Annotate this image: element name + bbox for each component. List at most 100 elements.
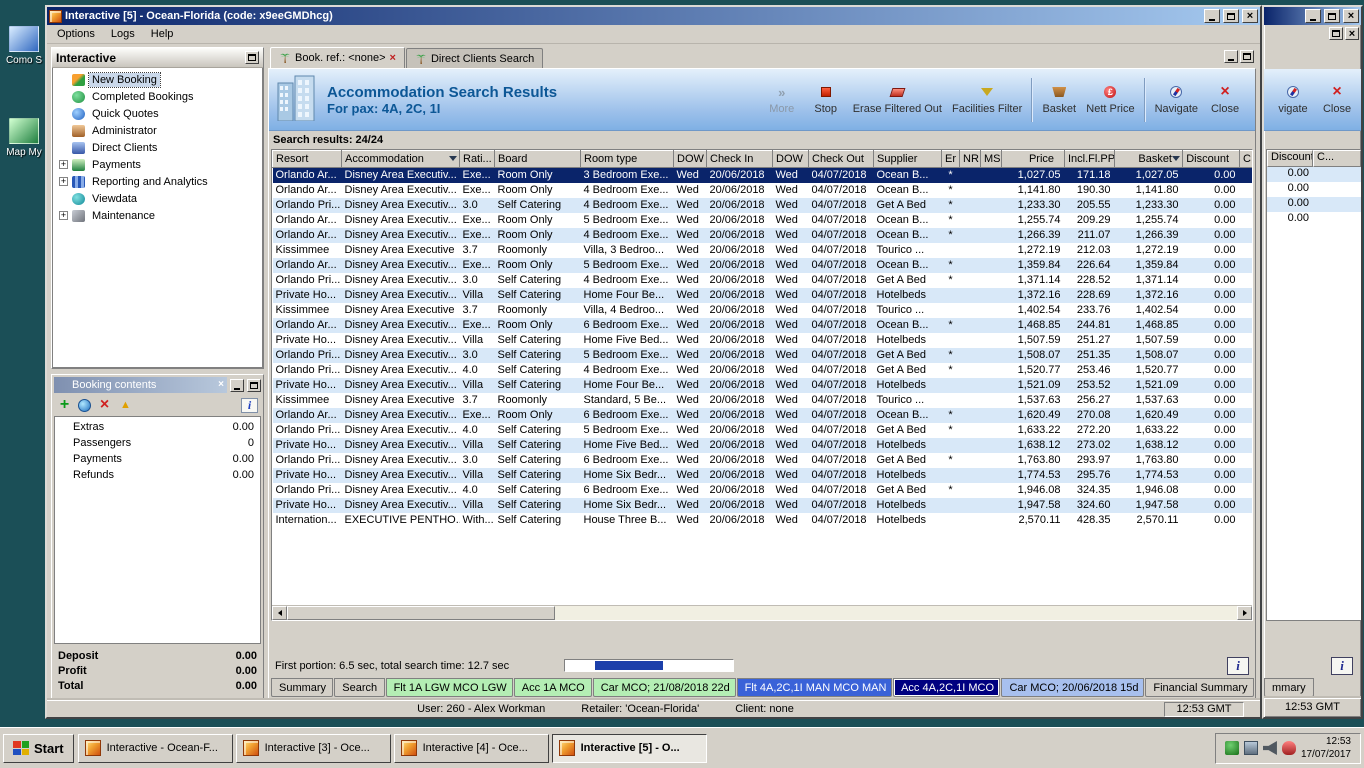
delete-icon[interactable] (97, 398, 112, 413)
booking-titlebar[interactable]: Booking contents × (54, 377, 227, 393)
basket-button[interactable]: Basket (1037, 72, 1081, 128)
close-tab-icon[interactable]: × (390, 53, 396, 64)
main-window[interactable]: Interactive [5] - Ocean-Florida (code: x… (45, 5, 1262, 719)
close-button[interactable]: Close (1203, 72, 1247, 128)
sidebar-item-payments[interactable]: + Payments (53, 156, 262, 173)
restore-child-button[interactable] (1329, 27, 1343, 40)
info-button[interactable]: i (1331, 656, 1353, 675)
window-titlebar[interactable]: Interactive [5] - Ocean-Florida (code: x… (47, 7, 1260, 25)
display-icon[interactable] (1243, 741, 1258, 755)
taskbar-item-interactive-3-oce[interactable]: Interactive [3] - Oce... (235, 733, 391, 763)
table-row[interactable]: Orlando Pri... Disney Area Executiv... 3.0… (273, 453, 1253, 468)
column-header-basket[interactable]: Basket (1114, 150, 1183, 168)
vigate-button[interactable]: vigate (1271, 85, 1315, 115)
tab-direct-clients-search[interactable]: Direct Clients Search (405, 48, 544, 68)
restore-button[interactable] (1324, 9, 1340, 23)
table-row[interactable]: Orlando Ar... Disney Area Executiv... Exe.… (272, 407, 1252, 423)
restore-panel-button[interactable] (247, 378, 261, 392)
table-row[interactable]: Private Ho... Disney Area Executiv... Vill… (272, 467, 1252, 483)
up-icon[interactable] (118, 398, 133, 413)
sidebar-item-quick-quotes[interactable]: Quick Quotes (53, 105, 262, 122)
tree-icon[interactable] (1224, 741, 1239, 755)
bottom-tab-flt-1a-lgw-mco-lgw[interactable]: Flt 1A LGW MCO LGW (385, 678, 513, 697)
bottom-tab-acc-1a-mco[interactable]: Acc 1A MCO (513, 678, 592, 697)
table-row[interactable]: Internation... EXECUTIVE PENTHO... With...… (273, 513, 1253, 528)
column-header-nr[interactable]: NR (959, 150, 981, 168)
column-header-er[interactable]: Er (941, 150, 960, 168)
table-row[interactable]: Private Ho... Disney Area Executiv... Vill… (272, 437, 1252, 453)
scroll-right-button[interactable] (1237, 606, 1252, 620)
minimize-child-button[interactable] (1224, 50, 1238, 63)
table-row[interactable]: Kissimmee Disney Area Executive 3.7 Roomonl… (273, 303, 1253, 318)
minimize-panel-button[interactable] (230, 378, 244, 392)
shield-icon[interactable] (1281, 741, 1296, 755)
table-row[interactable]: Orlando Pri... Disney Area Executiv... 3.0… (272, 197, 1252, 213)
column-header-check-out[interactable]: Check Out (808, 150, 874, 168)
bottom-tab-car-mco-21-08-2018-22d[interactable]: Car MCO; 21/08/2018 22d (592, 678, 736, 697)
taskbar-item-interactive-ocean-f[interactable]: Interactive - Ocean-F... (77, 733, 233, 763)
add-icon[interactable] (57, 398, 72, 413)
column-header-incl-fl-pp[interactable]: Incl.Fl.PP (1064, 150, 1115, 168)
table-row[interactable]: Orlando Pri... Disney Area Executiv... 3.0… (272, 347, 1252, 363)
table-row[interactable]: Orlando Pri... Disney Area Executiv... 4.0… (273, 423, 1253, 438)
horizontal-scrollbar[interactable] (272, 605, 1252, 620)
minimize-button[interactable] (1305, 9, 1321, 23)
bottom-tab-flt-4a-2c-1i-man-mco-man[interactable]: Flt 4A,2C,1I MAN MCO MAN (736, 678, 893, 697)
column-header-ms[interactable]: MS (980, 150, 1002, 168)
column-header-c[interactable]: C... (1313, 150, 1361, 167)
tab-book-ref-none[interactable]: Book. ref.: <none> × (270, 47, 405, 68)
bottom-tab-summary[interactable]: Summary (271, 678, 334, 697)
sidebar-item-reporting-and-analytics[interactable]: + Reporting and Analytics (53, 173, 262, 190)
taskbar-item-interactive-4-oce[interactable]: Interactive [4] - Oce... (393, 733, 549, 763)
navigate-button[interactable]: Navigate (1150, 72, 1203, 128)
expander-icon[interactable]: + (59, 160, 68, 169)
close-child-button[interactable]: × (1345, 27, 1359, 40)
close-button[interactable]: × (1343, 9, 1359, 23)
desktop-icon-como-s[interactable]: Como S (1, 26, 47, 66)
minimize-button[interactable] (1204, 9, 1220, 23)
scroll-left-button[interactable] (272, 606, 287, 620)
restore-child-button[interactable] (1240, 50, 1254, 63)
bottom-tab-acc-4a-2c-1i-mco[interactable]: Acc 4A,2C,1I MCO (893, 678, 1001, 697)
table-row[interactable]: Orlando Pri... Disney Area Executiv... 3.0… (273, 273, 1253, 288)
globe2-icon[interactable] (78, 398, 91, 412)
table-row[interactable]: Kissimmee Disney Area Executive 3.7 Roomonl… (273, 393, 1253, 408)
column-header-c[interactable]: C (1239, 150, 1252, 168)
bottom-tab-search[interactable]: Search (334, 678, 385, 697)
table-row[interactable]: Orlando Pri... Disney Area Executiv... 4.0… (273, 363, 1253, 378)
column-header-discount[interactable]: Discount (1267, 150, 1313, 167)
expander-icon[interactable]: + (59, 177, 68, 186)
sidebar-item-completed-bookings[interactable]: Completed Bookings (53, 88, 262, 105)
close-panel-icon[interactable]: × (218, 380, 224, 390)
close-button[interactable]: Close (1315, 85, 1359, 115)
nett-price-button[interactable]: Nett Price (1081, 72, 1139, 128)
stop-button[interactable]: Stop (804, 72, 848, 128)
info-button[interactable]: i (1227, 656, 1249, 675)
erase-filtered-out-button[interactable]: Erase Filtered Out (848, 72, 947, 128)
column-header-supplier[interactable]: Supplier (873, 150, 942, 168)
column-header-rati[interactable]: Rati... (459, 150, 495, 168)
column-header-dow[interactable]: DOW (673, 150, 707, 168)
menu-logs[interactable]: Logs (103, 26, 143, 42)
desktop-icon-map-my[interactable]: Map My (1, 118, 47, 158)
table-row[interactable]: Orlando Ar... Disney Area Executiv... Exe.… (272, 227, 1252, 243)
column-header-price[interactable]: Price (1001, 150, 1065, 168)
sidebar-item-direct-clients[interactable]: Direct Clients (53, 139, 262, 156)
sidebar-item-administrator[interactable]: Administrator (53, 122, 262, 139)
start-button[interactable]: Start (3, 733, 74, 763)
more-button[interactable]: More (760, 72, 804, 128)
column-header-dow[interactable]: DOW (772, 150, 809, 168)
background-window[interactable]: × × vigateClose Discount C... 0.000.000.… (1262, 5, 1363, 719)
facilities-filter-button[interactable]: Facilities Filter (947, 72, 1027, 128)
table-row[interactable]: Private Ho... Disney Area Executiv... Vill… (272, 287, 1252, 303)
taskbar-item-interactive-5-o[interactable]: Interactive [5] - O... (551, 733, 707, 763)
bottom-tab-financial-summary[interactable]: Financial Summary (1145, 678, 1254, 697)
table-row[interactable]: Orlando Ar... Disney Area Executiv... Exe.… (273, 213, 1253, 228)
bottom-tab-fragment[interactable]: mmary (1264, 678, 1314, 697)
menu-help[interactable]: Help (143, 26, 182, 42)
background-window-titlebar[interactable]: × (1264, 7, 1361, 25)
column-header-accommodation[interactable]: Accommodation (341, 150, 460, 168)
restore-button[interactable] (1223, 9, 1239, 23)
scrollbar-thumb[interactable] (287, 606, 555, 620)
table-row[interactable]: Orlando Pri... Disney Area Executiv... 4.0… (273, 483, 1253, 498)
